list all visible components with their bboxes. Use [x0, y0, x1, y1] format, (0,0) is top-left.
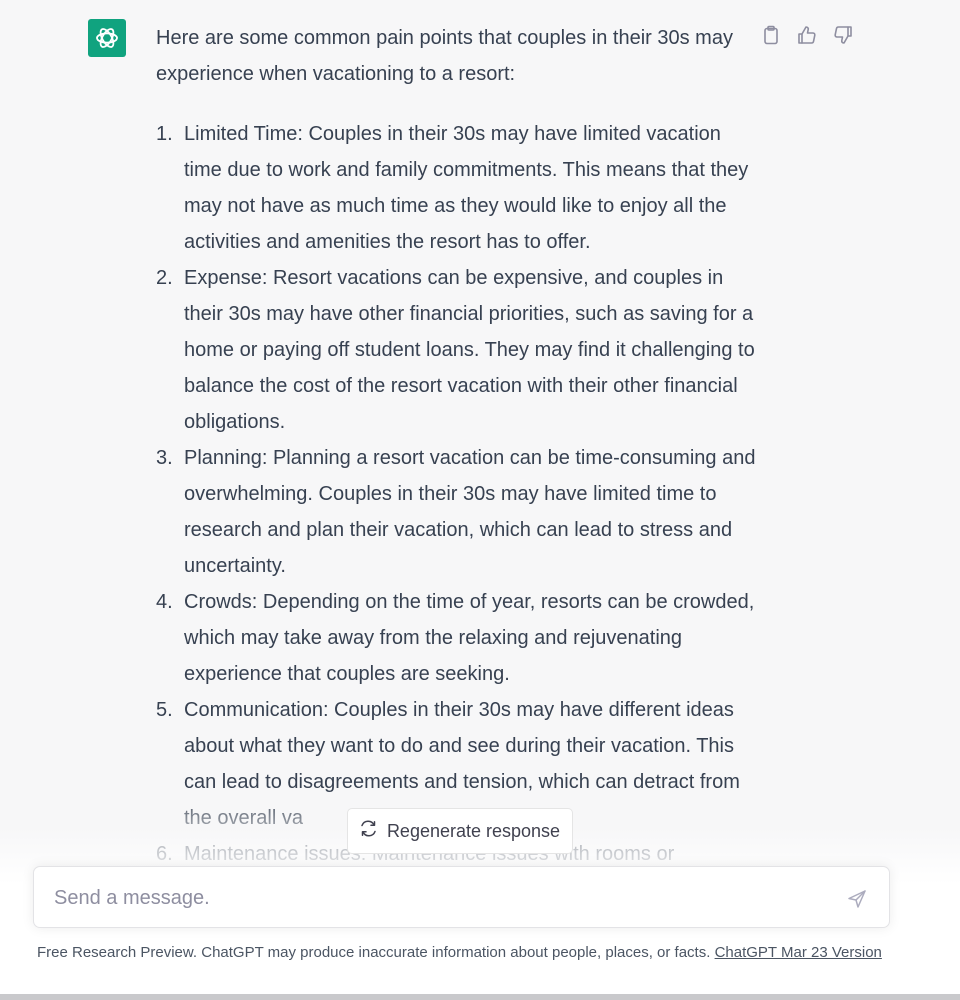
message-input[interactable]	[52, 881, 816, 915]
list-number: 3.	[156, 447, 173, 469]
paper-plane-icon[interactable]	[845, 887, 869, 911]
regenerate-label: Regenerate response	[386, 820, 561, 841]
chat-page: Here are some common pain points that co…	[0, 0, 960, 1000]
regenerate-response-button[interactable]: Regenerate response	[347, 808, 573, 854]
list-item: 1. Limited Time: Couples in their 30s ma…	[156, 116, 756, 260]
list-item: 3. Planning: Planning a resort vacation …	[156, 440, 756, 584]
list-number: 5.	[156, 699, 173, 721]
thumbs-up-icon[interactable]	[796, 24, 818, 46]
openai-logo-icon	[96, 28, 118, 48]
list-number: 4.	[156, 591, 173, 613]
footer-text: Free Research Preview. ChatGPT may produ…	[37, 944, 715, 961]
pain-points-list: 1. Limited Time: Couples in their 30s ma…	[156, 116, 756, 872]
list-item-text: Crowds: Depending on the time of year, r…	[184, 591, 755, 685]
list-number: 2.	[156, 267, 173, 289]
clipboard-icon[interactable]	[760, 24, 782, 46]
assistant-message: Here are some common pain points that co…	[156, 20, 756, 872]
refresh-icon	[360, 820, 377, 842]
message-intro: Here are some common pain points that co…	[156, 27, 733, 85]
thumbs-down-icon[interactable]	[832, 24, 854, 46]
footer-disclaimer: Free Research Preview. ChatGPT may produ…	[37, 944, 882, 961]
list-number: 1.	[156, 123, 173, 145]
list-item-text: Expense: Resort vacations can be expensi…	[184, 267, 755, 433]
message-actions	[760, 24, 854, 46]
list-item: 4. Crowds: Depending on the time of year…	[156, 584, 756, 692]
message-composer	[33, 866, 890, 928]
list-item-text: Limited Time: Couples in their 30s may h…	[184, 123, 749, 253]
assistant-avatar	[88, 19, 126, 57]
list-item-text: Planning: Planning a resort vacation can…	[184, 447, 756, 577]
version-link[interactable]: ChatGPT Mar 23 Version	[715, 944, 882, 961]
list-item: 2. Expense: Resort vacations can be expe…	[156, 260, 756, 440]
window-bottom-edge	[0, 994, 960, 1000]
